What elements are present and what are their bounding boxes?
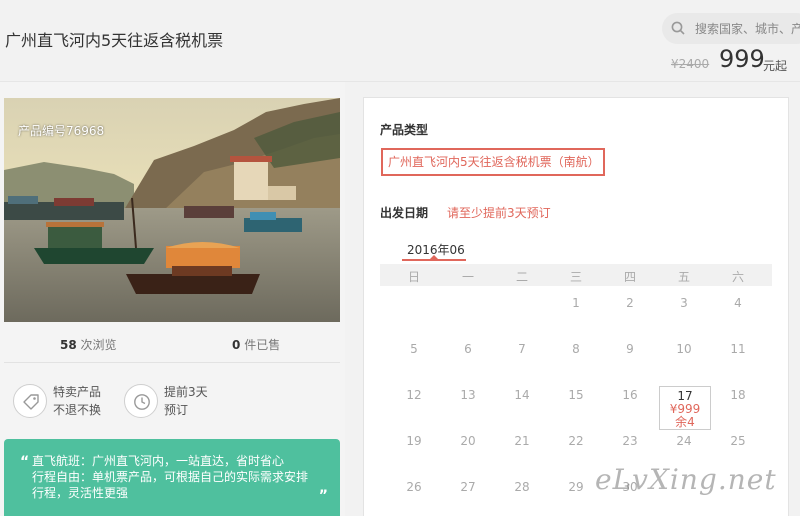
selected-remaining: 余4 <box>675 415 695 429</box>
selected-date-cell[interactable]: 17 ¥999 余4 <box>659 386 711 430</box>
calendar-day: 13 <box>460 388 476 402</box>
calendar-day: 3 <box>680 296 688 310</box>
calendar-day: 28 <box>514 480 530 494</box>
search-input[interactable]: 搜索国家、城市、产 <box>695 20 800 37</box>
sold-stat: 0 件已售 <box>232 336 280 353</box>
advance-notice: 请至少提前3天预订 <box>447 206 551 220</box>
calendar-day: 24 <box>676 434 692 448</box>
sold-count: 0 <box>232 338 241 352</box>
views-count: 58 <box>60 338 77 352</box>
weekday-label: 五 <box>677 270 690 284</box>
product-highlights: “ 直飞航班：广州直飞河内，一站直达，省时省心 行程自由：单机票产品，可根据自己… <box>4 439 340 516</box>
calendar-day: 14 <box>514 388 530 402</box>
month-tab-underline <box>402 259 466 261</box>
calendar-day: 12 <box>406 388 422 402</box>
calendar-day: 27 <box>460 480 476 494</box>
original-price: ¥2400 <box>671 57 710 71</box>
calendar-day: 11 <box>730 342 746 356</box>
sold-label: 件已售 <box>244 338 281 352</box>
month-caret-icon <box>430 255 438 259</box>
feature-line1: 特卖产品 <box>53 385 102 399</box>
calendar-day: 20 <box>460 434 476 448</box>
open-quote-icon: “ <box>20 454 30 470</box>
calendar-day: 6 <box>464 342 472 356</box>
weekday-label: 二 <box>515 270 528 284</box>
views-stat: 58 次浏览 <box>60 336 117 353</box>
highlight-line: 行程自由：单机票产品，可根据自己的实际需求安排 <box>32 470 309 484</box>
calendar-day: 1 <box>572 296 580 310</box>
price-unit: 元起 <box>763 59 788 73</box>
calendar-day: 8 <box>572 342 580 356</box>
product-photo[interactable]: 产品编号76968 <box>4 98 340 322</box>
booking-panel: 产品类型 广州直飞河内5天往返含税机票（南航） 出发日期 请至少提前3天预订 2… <box>363 97 789 516</box>
search-icon <box>671 21 685 35</box>
departure-date-label: 出发日期 <box>380 206 429 220</box>
calendar-day: 25 <box>730 434 746 448</box>
calendar-day: 22 <box>568 434 584 448</box>
tag-icon <box>23 394 39 410</box>
calendar-day: 21 <box>514 434 530 448</box>
feature-line1: 提前3天 <box>164 385 208 399</box>
calendar-day: 26 <box>406 480 422 494</box>
product-type-label: 产品类型 <box>380 123 429 137</box>
calendar-day: 10 <box>676 342 692 356</box>
calendar-day: 2 <box>626 296 634 310</box>
calendar-day: 16 <box>622 388 638 402</box>
highlight-line: 行程，灵活性更强 <box>32 486 129 500</box>
calendar-day: 7 <box>518 342 526 356</box>
close-quote-icon: ” <box>318 488 328 504</box>
stats-divider <box>4 362 340 363</box>
calendar-day: 15 <box>568 388 584 402</box>
watermark: eLvXing.net <box>595 463 777 496</box>
product-number: 产品编号76968 <box>18 124 105 138</box>
header: 广州直飞河内5天往返含税机票 搜索国家、城市、产 ¥2400 999 元起 <box>0 0 800 82</box>
calendar-day: 23 <box>622 434 638 448</box>
views-label: 次浏览 <box>80 338 117 352</box>
calendar-day: 19 <box>406 434 422 448</box>
page-title: 广州直飞河内5天往返含税机票 <box>5 31 224 50</box>
calendar-day: 4 <box>734 296 742 310</box>
calendar-day: 9 <box>626 342 634 356</box>
feature-line2: 不退不换 <box>53 403 102 417</box>
product-type-option[interactable]: 广州直飞河内5天往返含税机票（南航） <box>381 148 605 176</box>
feature-line2: 预订 <box>164 403 189 417</box>
stats-row: 58 次浏览 0 件已售 <box>4 332 340 362</box>
feature-icon-circle <box>124 384 158 418</box>
highlight-line: 直飞航班：广州直飞河内，一站直达，省时省心 <box>32 454 285 468</box>
price: 999 <box>719 45 765 73</box>
product-summary: 产品编号76968 58 次浏览 0 件已售 特卖产品 不退不换 提前3天 预订… <box>0 82 345 516</box>
weekday-label: 三 <box>569 270 582 284</box>
feature-icon-circle <box>13 384 47 418</box>
weekday-label: 一 <box>461 270 474 284</box>
calendar-day: 18 <box>730 388 746 402</box>
search-box[interactable]: 搜索国家、城市、产 <box>662 13 800 44</box>
calendar-day: 5 <box>410 342 418 356</box>
weekday-label: 六 <box>731 270 744 284</box>
selected-day: 17 <box>677 389 693 403</box>
weekday-label: 四 <box>623 270 636 284</box>
clock-icon <box>134 394 150 410</box>
weekday-label: 日 <box>407 270 420 284</box>
